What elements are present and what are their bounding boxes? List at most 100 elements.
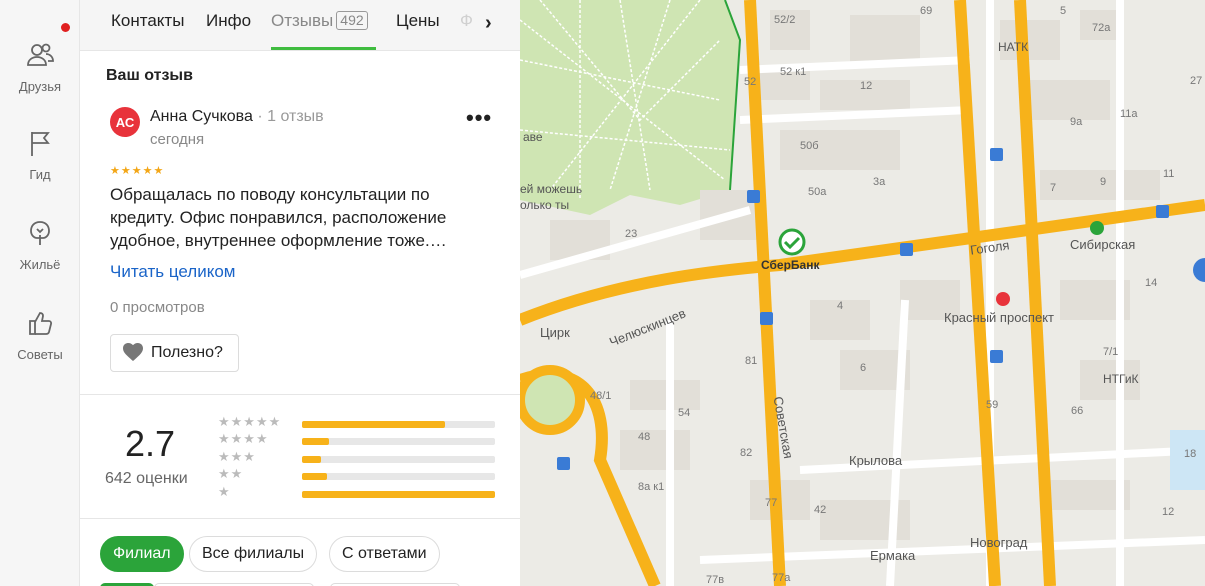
- map-number: 11а: [1120, 108, 1138, 120]
- heart-icon: [121, 340, 151, 367]
- rating-bar-fill: [302, 491, 495, 498]
- rating-bar-track: [302, 473, 495, 480]
- tab-prices[interactable]: Цены: [396, 11, 440, 31]
- map-number: 12: [860, 80, 873, 92]
- map-number: 48: [638, 431, 651, 443]
- rating-bar-track: [302, 456, 495, 463]
- tab-bar: Контакты Инфо Отзывы 492 Цены Ф ›: [80, 0, 520, 51]
- rating-bar-track: [302, 438, 495, 445]
- rating-bar-track: [302, 421, 495, 428]
- rating-bar-track: [302, 491, 495, 498]
- map-label-novograd[interactable]: Новоград: [970, 535, 1027, 550]
- useful-label: Полезно?: [151, 344, 223, 361]
- tab-info[interactable]: Инфо: [206, 11, 251, 31]
- row-stars: ★★★★: [218, 431, 269, 446]
- author-name[interactable]: Анна Сучкова: [150, 108, 253, 125]
- useful-button[interactable]: Полезно?: [110, 334, 239, 372]
- map-number: 14: [1145, 277, 1158, 289]
- rating-bar-fill: [302, 473, 328, 480]
- avatar[interactable]: АС: [110, 107, 140, 137]
- organization-panel: Контакты Инфо Отзывы 492 Цены Ф › Ваш отз…: [80, 0, 520, 586]
- map-number: 9а: [1070, 116, 1083, 128]
- rail-label-tips: Советы: [17, 347, 63, 362]
- rail-item-guide[interactable]: Гид: [0, 128, 80, 182]
- rail-label-friends: Друзья: [18, 79, 62, 94]
- map-number: 82: [740, 447, 753, 459]
- map-number: 77в: [706, 574, 725, 586]
- flag-icon: [25, 128, 55, 163]
- review-stars: ★★★★★: [110, 165, 165, 177]
- map-number: 27: [1190, 75, 1203, 87]
- map-street-krylova: Крылова: [849, 453, 903, 468]
- rail-label-housing: Жильё: [19, 257, 61, 272]
- map-number: 5: [1060, 5, 1067, 17]
- tab-contacts[interactable]: Контакты: [111, 11, 184, 31]
- map-number: 9: [1100, 176, 1107, 188]
- map-number: 8а к1: [638, 481, 665, 493]
- author-review-count: 1 отзыв: [267, 108, 324, 125]
- house-icon: [25, 218, 55, 253]
- filter-all-branches[interactable]: Все филиалы: [189, 536, 318, 572]
- rating-row-1: ★: [218, 485, 498, 501]
- map-number: 59: [986, 399, 999, 411]
- thumb-up-icon: [25, 308, 55, 343]
- divider: [80, 394, 520, 395]
- map-number: 50а: [808, 186, 827, 198]
- map-number: 66: [1071, 405, 1084, 417]
- review-text: Обращалась по поводу консультации по кре…: [110, 185, 447, 250]
- map-number: 11: [1163, 168, 1175, 180]
- views-count: 0 просмотров: [110, 299, 205, 316]
- rating-row-5: ★★★★★: [218, 415, 498, 431]
- row-stars: ★★★★★: [218, 414, 282, 429]
- rating-row-3: ★★★: [218, 450, 498, 466]
- rail-item-tips[interactable]: Советы: [0, 308, 80, 362]
- rail-item-housing[interactable]: Жильё: [0, 218, 80, 272]
- map-label-krasny[interactable]: Красный проспект: [944, 310, 1054, 325]
- tab-faded[interactable]: Ф: [460, 11, 473, 31]
- filter-branch[interactable]: Филиал: [100, 536, 184, 572]
- map-number: 7/1: [1103, 346, 1119, 358]
- map-street-ermaka: Ермака: [870, 548, 916, 563]
- map-number: 3а: [873, 176, 886, 188]
- map-number: 77: [765, 497, 778, 509]
- tab-reviews-label: Отзывы: [271, 11, 334, 30]
- map-number: 52 к1: [780, 66, 807, 78]
- friends-icon: [25, 40, 55, 75]
- map[interactable]: СберБанк Гоголя Челюскинцев Советская Кр…: [520, 0, 1205, 586]
- map-label-natk[interactable]: НАТК: [998, 40, 1028, 54]
- map-number: 81: [745, 355, 758, 367]
- map-number: 18: [1184, 448, 1197, 460]
- map-number: 7: [1050, 182, 1057, 194]
- map-label-sberbank[interactable]: СберБанк: [761, 258, 819, 272]
- active-tab-underline: [271, 47, 376, 50]
- read-more-link[interactable]: Читать целиком: [110, 262, 236, 282]
- rating-bar-fill: [302, 438, 330, 445]
- divider: [80, 518, 520, 519]
- rating-count: 642 оценки: [105, 470, 188, 487]
- map-number: 42: [814, 504, 827, 516]
- map-number: 6: [860, 362, 867, 374]
- map-label-park3: аве: [523, 130, 543, 144]
- rating-bar-fill: [302, 456, 322, 463]
- map-label-cirk[interactable]: Цирк: [540, 325, 570, 340]
- map-label-ntgik[interactable]: НТГиК: [1103, 372, 1139, 386]
- map-label-park2: олько ты: [520, 198, 570, 212]
- filter-with-answers[interactable]: С ответами: [329, 536, 440, 572]
- map-number: 48/1: [590, 390, 612, 402]
- rail-item-friends[interactable]: Друзья: [0, 40, 80, 94]
- chevron-right-icon[interactable]: ›: [485, 12, 492, 35]
- map-number: 54: [678, 407, 691, 419]
- map-label-sibirskaya[interactable]: Сибирская: [1070, 237, 1135, 252]
- tab-reviews[interactable]: Отзывы 492: [271, 11, 368, 31]
- your-review-heading: Ваш отзыв: [106, 67, 193, 84]
- notification-dot: [61, 23, 70, 32]
- map-number: 52: [744, 76, 757, 88]
- reviews-count-badge: 492: [336, 11, 368, 30]
- map-number: 69: [920, 5, 933, 17]
- rating-row-2: ★★: [218, 467, 498, 483]
- more-options-icon[interactable]: •••: [466, 107, 492, 129]
- map-number: 72а: [1092, 22, 1111, 34]
- rating-bar-fill: [302, 421, 445, 428]
- row-stars: ★★★: [218, 449, 256, 464]
- map-label-park1: ей можешь: [520, 182, 583, 196]
